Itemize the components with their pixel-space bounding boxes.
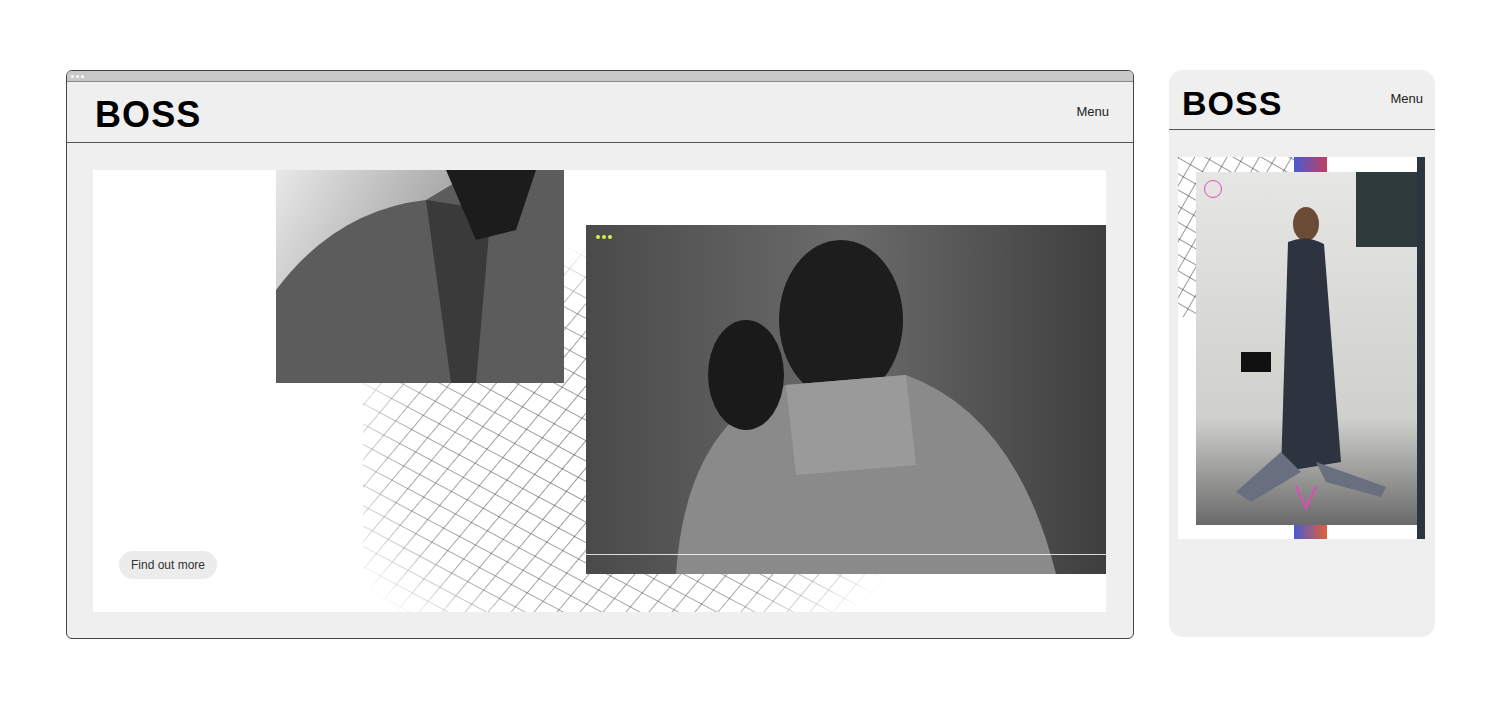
browser-dot-icon xyxy=(76,75,79,78)
browser-bar xyxy=(67,71,1133,82)
hero-panel xyxy=(1178,157,1425,539)
jacket-photo xyxy=(276,170,564,383)
color-strip xyxy=(1294,157,1327,172)
browser-dot-icon xyxy=(81,75,84,78)
pink-circle-icon xyxy=(1204,180,1222,198)
lime-dot-icon xyxy=(602,235,606,239)
hero-panel: Find out more xyxy=(93,170,1106,612)
desktop-window: BOSS Menu xyxy=(66,70,1134,639)
photo-line xyxy=(586,554,1106,555)
logo[interactable]: BOSS xyxy=(95,91,201,133)
color-strip xyxy=(1417,157,1425,539)
site-header: BOSS Menu xyxy=(1169,70,1435,130)
model-photo xyxy=(586,225,1106,574)
lime-dot-icon xyxy=(608,235,612,239)
menu-link[interactable]: Menu xyxy=(1390,89,1423,111)
model-photo xyxy=(1196,172,1417,525)
color-strip xyxy=(1294,525,1327,539)
browser-dot-icon xyxy=(71,75,74,78)
logo[interactable]: BOSS xyxy=(1182,80,1282,120)
lime-dot-icon xyxy=(596,235,600,239)
find-out-more-button[interactable]: Find out more xyxy=(119,551,217,579)
pink-chevron-icon xyxy=(1294,484,1318,510)
mobile-window: BOSS Menu xyxy=(1169,70,1435,637)
menu-link[interactable]: Menu xyxy=(1076,102,1109,122)
site-header: BOSS Menu xyxy=(67,82,1133,143)
